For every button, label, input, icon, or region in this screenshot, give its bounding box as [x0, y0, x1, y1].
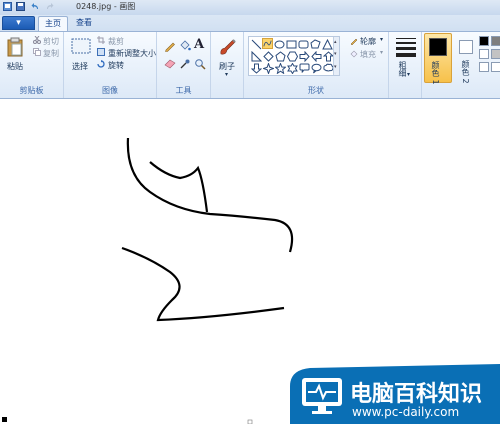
- palette-color-white[interactable]: [479, 49, 489, 59]
- tools-group-label: 工具: [175, 86, 192, 95]
- pencil-icon[interactable]: [164, 40, 176, 52]
- paste-label: 粘贴: [7, 62, 23, 71]
- triangle-shape-icon[interactable]: [322, 39, 333, 50]
- hexagon-shape-icon[interactable]: [287, 51, 298, 62]
- tab-view[interactable]: 查看: [70, 16, 98, 31]
- text-tool-icon[interactable]: A: [194, 37, 204, 52]
- size-thin-line: [396, 38, 416, 39]
- fill-dropdown-icon: ▾: [380, 49, 384, 56]
- rounded-callout-shape-icon[interactable]: [299, 63, 310, 74]
- pentagon-shape-icon[interactable]: [275, 51, 286, 62]
- clipboard-icon: [7, 37, 23, 57]
- scroll-down-icon[interactable]: ▾: [334, 51, 337, 57]
- select-label: 选择: [72, 62, 88, 71]
- watermark-brand: 电脑百科知识: [350, 382, 483, 407]
- magnifier-icon[interactable]: [194, 58, 206, 70]
- shapes-gallery-scrollbar[interactable]: ▴ ▾ ▾: [333, 37, 339, 75]
- color-picker-icon[interactable]: [179, 58, 191, 70]
- redo-icon[interactable]: [45, 2, 54, 11]
- tools-group: A 工具: [157, 32, 211, 98]
- right-arrow-shape-icon[interactable]: [299, 51, 310, 62]
- computer-monitor-icon: [302, 378, 342, 414]
- color1-swatch: [429, 38, 447, 56]
- palette-color-light-gray[interactable]: [491, 49, 500, 59]
- curve-shape-icon[interactable]: [262, 38, 273, 49]
- palette-color-black[interactable]: [479, 36, 489, 46]
- resize-icon: [97, 48, 105, 56]
- six-point-star-shape-icon[interactable]: [287, 63, 298, 74]
- line-shape-icon[interactable]: [251, 39, 262, 50]
- file-menu-button[interactable]: ▾: [2, 16, 35, 30]
- palette-color-gray[interactable]: [491, 36, 500, 46]
- oval-shape-icon[interactable]: [274, 39, 285, 50]
- brush-icon: [220, 39, 236, 55]
- fill-bucket-icon[interactable]: [179, 40, 191, 52]
- rounded-rectangle-shape-icon[interactable]: [298, 39, 309, 50]
- brushes-dropdown-icon: ▾: [225, 71, 229, 78]
- clipboard-group-label: 剪贴板: [19, 86, 44, 95]
- paste-button[interactable]: 粘贴: [3, 35, 27, 75]
- oval-callout-shape-icon[interactable]: [311, 63, 322, 74]
- five-point-star-shape-icon[interactable]: [275, 63, 286, 74]
- outline-icon: [350, 38, 358, 45]
- cut-button[interactable]: 剪切: [43, 36, 59, 47]
- size-medium-line: [396, 42, 416, 44]
- brushes-button[interactable]: 刷子 ▾: [214, 35, 241, 79]
- scroll-up-icon[interactable]: ▴: [334, 39, 337, 45]
- color1-button[interactable]: 颜色 1: [424, 33, 452, 85]
- gallery-expand-icon[interactable]: ▾: [334, 64, 337, 70]
- paint-app-icon: [3, 2, 12, 11]
- tab-home[interactable]: 主页: [38, 16, 68, 31]
- shapes-group: ▴ ▾ ▾ 轮廓 ▾ 填充 ▾ 形状: [244, 32, 389, 98]
- copy-button[interactable]: 复制: [43, 48, 59, 59]
- brushes-group: 刷子 ▾: [211, 32, 244, 98]
- copy-icon: [33, 48, 41, 56]
- resize-button[interactable]: 重新调整大小: [108, 48, 156, 59]
- crop-icon: [97, 36, 105, 44]
- save-icon[interactable]: [16, 2, 25, 11]
- ribbon-tabs: ▾ 主页 查看: [0, 15, 500, 31]
- left-arrow-shape-icon[interactable]: [311, 51, 322, 62]
- window-title: 0248.jpg - 画图: [76, 2, 136, 11]
- title-bar: 0248.jpg - 画图: [0, 0, 500, 15]
- clipboard-group: 粘贴 剪切 复制 剪贴板: [0, 32, 64, 98]
- color1-label: 颜色 1: [431, 61, 440, 85]
- diamond-shape-icon[interactable]: [263, 51, 274, 62]
- palette-custom-color-1[interactable]: [479, 62, 489, 72]
- color2-label: 颜色 2: [461, 60, 470, 84]
- outline-dropdown-icon: ▾: [380, 36, 384, 43]
- palette-custom-color-2[interactable]: [491, 62, 500, 72]
- ribbon: 粘贴 剪切 复制 剪贴板 选择 裁剪 重新调整大小 旋转 图像 A 工具 刷子 …: [0, 31, 500, 99]
- down-arrow-shape-icon[interactable]: [251, 63, 262, 74]
- size-thickest-line: [396, 53, 416, 57]
- four-point-star-shape-icon[interactable]: [263, 63, 274, 74]
- undo-icon[interactable]: [31, 2, 40, 11]
- scissors-icon: [33, 36, 41, 44]
- select-rectangle-icon: [71, 38, 91, 54]
- crop-button[interactable]: 裁剪: [108, 36, 124, 47]
- color2-swatch: [459, 40, 473, 54]
- watermark-url: www.pc-daily.com: [352, 405, 460, 419]
- size-thick-line: [396, 47, 416, 50]
- right-triangle-shape-icon[interactable]: [251, 51, 262, 62]
- shapes-group-label: 形状: [308, 86, 324, 95]
- fill-icon: [350, 50, 358, 58]
- image-group-label: 图像: [102, 86, 118, 95]
- rotate-button[interactable]: 旋转: [108, 60, 124, 71]
- shapes-gallery: ▴ ▾ ▾: [248, 36, 340, 76]
- size-group: 粗细 ▾: [389, 32, 422, 98]
- color2-button[interactable]: 颜色 2: [455, 34, 477, 84]
- site-watermark: 电脑百科知识 www.pc-daily.com: [290, 356, 500, 424]
- rectangle-shape-icon[interactable]: [286, 39, 297, 50]
- fill-button[interactable]: 填充: [360, 49, 376, 60]
- polygon-shape-icon[interactable]: [310, 39, 321, 50]
- outline-button[interactable]: 轮廓: [360, 36, 376, 47]
- size-button[interactable]: 粗细 ▾: [392, 35, 419, 79]
- eraser-icon[interactable]: [164, 59, 176, 69]
- rotate-icon: [97, 60, 105, 68]
- select-button[interactable]: 选择: [68, 35, 94, 79]
- size-dropdown-icon: ▾: [407, 71, 411, 78]
- image-group: 选择 裁剪 重新调整大小 旋转 图像: [64, 32, 157, 98]
